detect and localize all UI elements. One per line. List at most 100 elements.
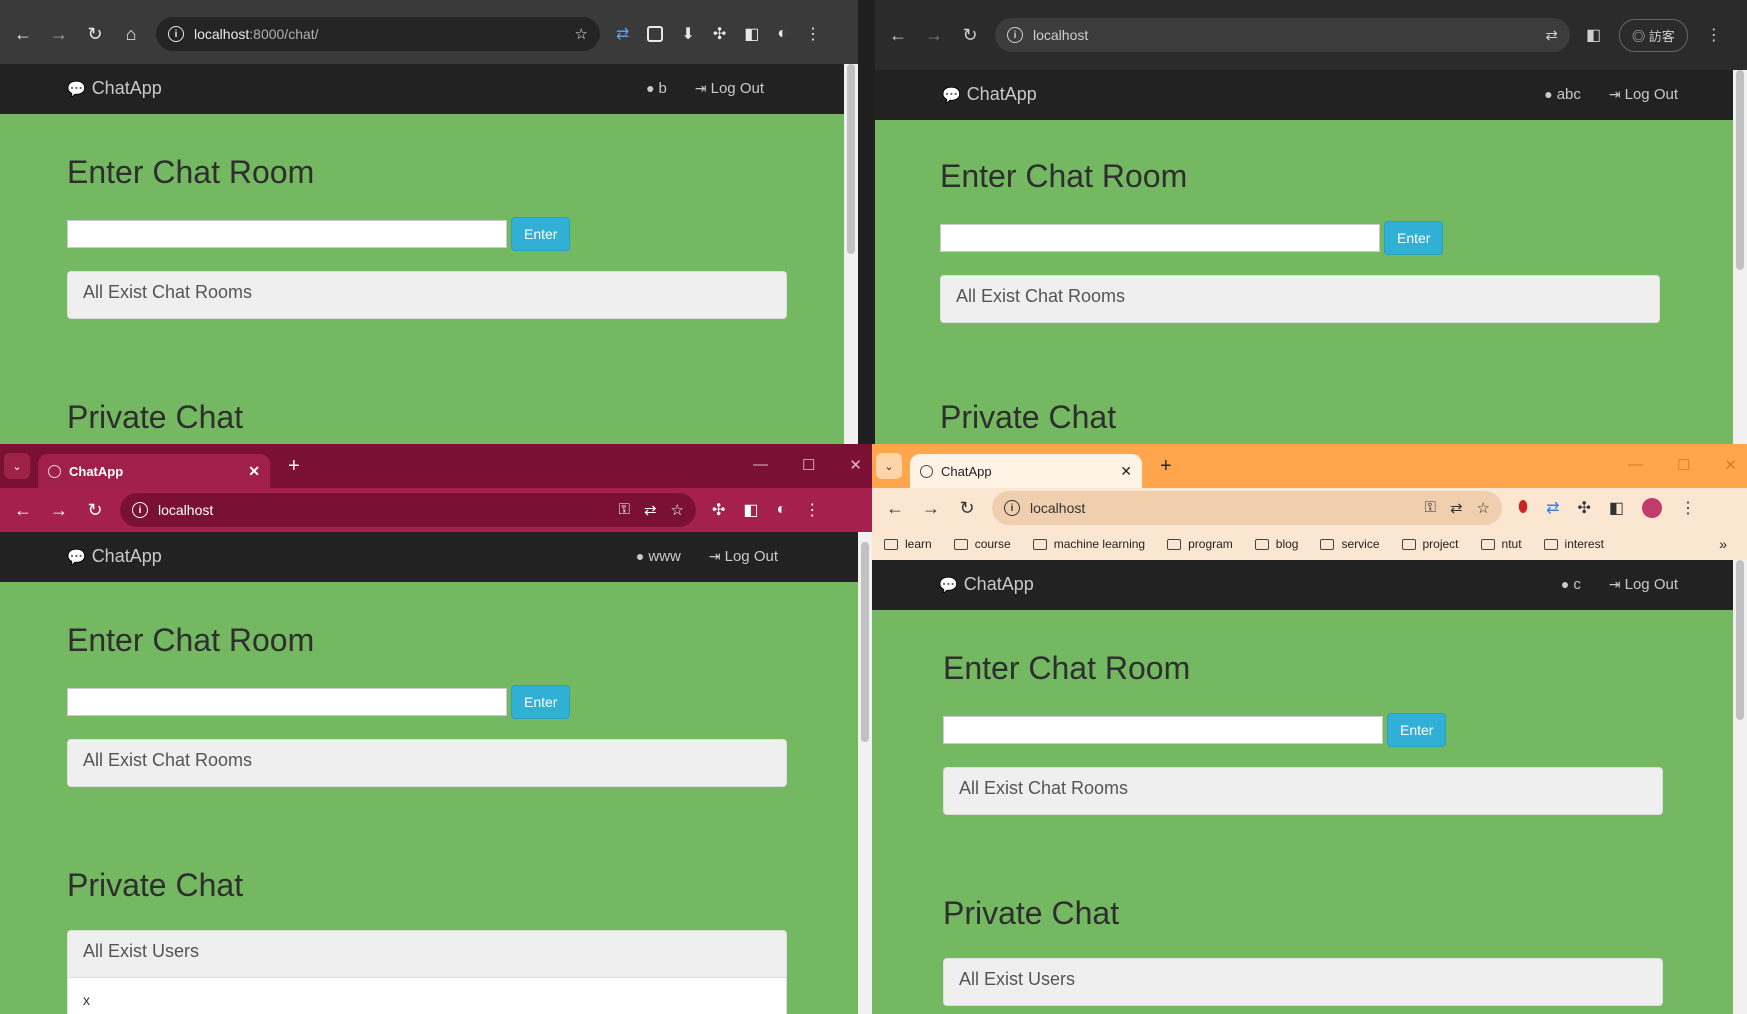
back-icon[interactable]: ←: [6, 17, 40, 51]
star-icon[interactable]: ☆: [575, 25, 588, 43]
info-icon[interactable]: i: [132, 502, 148, 518]
sidepanel-icon[interactable]: ◧: [744, 24, 759, 44]
room-name-input[interactable]: [67, 688, 507, 716]
scrollbar[interactable]: [1733, 560, 1747, 1014]
enter-button[interactable]: Enter: [511, 685, 571, 719]
user-link[interactable]: ● abc: [1544, 86, 1581, 103]
brand-link[interactable]: 💬 ChatApp: [942, 84, 1037, 105]
logout-link[interactable]: ⇥ Log Out: [1609, 86, 1678, 103]
translate-icon[interactable]: ⇄: [1545, 26, 1558, 44]
menu-icon[interactable]: ⋮: [804, 500, 820, 520]
user-link[interactable]: ● www: [636, 548, 681, 565]
tab-search-icon[interactable]: ⌄: [876, 453, 902, 479]
profile-icon[interactable]: ◐: [777, 501, 787, 519]
new-tab-icon[interactable]: +: [288, 455, 300, 478]
menu-icon[interactable]: ⋮: [805, 24, 821, 44]
extension-icon[interactable]: ✣: [712, 500, 725, 520]
forward-icon[interactable]: →: [42, 17, 76, 51]
reload-icon[interactable]: ↻: [953, 18, 987, 52]
tab-chatapp[interactable]: ChatApp ✕: [38, 454, 270, 488]
star-icon[interactable]: ☆: [1477, 499, 1490, 517]
forward-icon[interactable]: →: [917, 18, 951, 52]
enter-button[interactable]: Enter: [1384, 221, 1444, 255]
bookmark-blog[interactable]: blog: [1254, 537, 1298, 551]
brand-link[interactable]: 💬 ChatApp: [67, 78, 162, 99]
user-list-item[interactable]: x: [68, 977, 786, 1014]
maximize-icon[interactable]: ☐: [1677, 456, 1690, 474]
menu-icon[interactable]: ⋮: [1680, 498, 1696, 518]
room-name-input[interactable]: [943, 716, 1383, 744]
bookmark-service[interactable]: service: [1320, 537, 1380, 551]
address-bar[interactable]: i localhost ⇄: [995, 18, 1570, 52]
maximize-icon[interactable]: ☐: [802, 456, 815, 474]
sidepanel-icon[interactable]: ◧: [1609, 498, 1624, 518]
sidepanel-icon[interactable]: ◧: [1586, 25, 1601, 45]
bookmark-machine-learning[interactable]: machine learning: [1032, 537, 1145, 551]
enter-button[interactable]: Enter: [511, 217, 571, 251]
extension-icon[interactable]: ✣: [713, 24, 726, 44]
profile-icon[interactable]: ◐: [777, 25, 787, 43]
info-icon[interactable]: i: [168, 26, 184, 42]
brand-link[interactable]: 💬 ChatApp: [939, 574, 1034, 595]
new-tab-icon[interactable]: +: [1160, 455, 1172, 478]
download-icon[interactable]: ⬇: [681, 24, 694, 44]
reload-icon[interactable]: ↻: [78, 493, 112, 527]
brand-link[interactable]: 💬 ChatApp: [67, 546, 162, 567]
logout-link[interactable]: ⇥ Log Out: [709, 548, 778, 565]
scrollbar-thumb[interactable]: [861, 542, 869, 742]
bookmark-interest[interactable]: interest: [1543, 537, 1604, 551]
key-icon[interactable]: ⚿: [1425, 499, 1436, 517]
translate-icon[interactable]: ⇄: [1450, 499, 1463, 517]
info-icon[interactable]: i: [1007, 27, 1023, 43]
room-name-input[interactable]: [940, 224, 1380, 252]
chevron-right-icon[interactable]: »: [1719, 536, 1727, 552]
shield-icon[interactable]: ⬮: [1518, 499, 1528, 517]
enter-button[interactable]: Enter: [1387, 713, 1447, 747]
back-icon[interactable]: ←: [878, 491, 912, 525]
avatar[interactable]: [1642, 498, 1662, 518]
back-icon[interactable]: ←: [6, 493, 40, 527]
extension-icon[interactable]: ✣: [1577, 498, 1590, 518]
logout-link[interactable]: ⇥ Log Out: [695, 80, 764, 97]
scrollbar-thumb[interactable]: [1736, 560, 1744, 720]
close-tab-icon[interactable]: ✕: [248, 463, 260, 480]
guest-profile-button[interactable]: ◎ 訪客: [1619, 18, 1688, 52]
menu-icon[interactable]: ⋮: [1706, 25, 1722, 45]
user-link[interactable]: ● c: [1561, 576, 1581, 593]
info-icon[interactable]: i: [1004, 500, 1020, 516]
translate-icon[interactable]: ⇄: [644, 501, 657, 519]
forward-icon[interactable]: →: [42, 493, 76, 527]
bookmark-course[interactable]: course: [953, 537, 1011, 551]
tab-chatapp[interactable]: ChatApp ✕: [910, 454, 1142, 488]
bookmark-learn[interactable]: learn: [884, 537, 932, 551]
bookmark-project[interactable]: project: [1401, 537, 1459, 551]
home-icon[interactable]: ⌂: [114, 17, 148, 51]
tab-search-icon[interactable]: ⌄: [4, 453, 30, 479]
forward-icon[interactable]: →: [914, 491, 948, 525]
translate-icon[interactable]: ⇄: [1546, 498, 1559, 518]
scrollbar-thumb[interactable]: [1736, 70, 1744, 270]
room-name-input[interactable]: [67, 220, 507, 248]
address-bar[interactable]: i localhost ⚿ ⇄ ☆: [120, 493, 696, 527]
back-icon[interactable]: ←: [881, 18, 915, 52]
close-tab-icon[interactable]: ✕: [1120, 463, 1132, 480]
reload-icon[interactable]: ↻: [950, 491, 984, 525]
close-window-icon[interactable]: ✕: [1724, 456, 1737, 474]
minimize-icon[interactable]: —: [753, 456, 768, 474]
translate-icon[interactable]: ⇄: [616, 24, 629, 44]
address-bar[interactable]: i localhost ⚿ ⇄ ☆: [992, 491, 1502, 525]
sidepanel-icon[interactable]: ◧: [743, 500, 758, 520]
bookmark-program[interactable]: program: [1167, 537, 1233, 551]
key-icon[interactable]: ⚿: [619, 501, 630, 519]
scrollbar[interactable]: [858, 532, 872, 1014]
reload-icon[interactable]: ↻: [78, 17, 112, 51]
scrollbar-thumb[interactable]: [847, 64, 855, 254]
address-bar[interactable]: i localhost:8000/chat/ ☆: [156, 17, 600, 51]
minimize-icon[interactable]: —: [1628, 456, 1643, 474]
star-icon[interactable]: ☆: [671, 501, 684, 519]
scrollbar[interactable]: [1733, 70, 1747, 444]
close-window-icon[interactable]: ✕: [849, 456, 862, 474]
user-link[interactable]: ● b: [646, 80, 667, 97]
bookmark-ntut[interactable]: ntut: [1480, 537, 1522, 551]
logout-link[interactable]: ⇥ Log Out: [1609, 576, 1678, 593]
